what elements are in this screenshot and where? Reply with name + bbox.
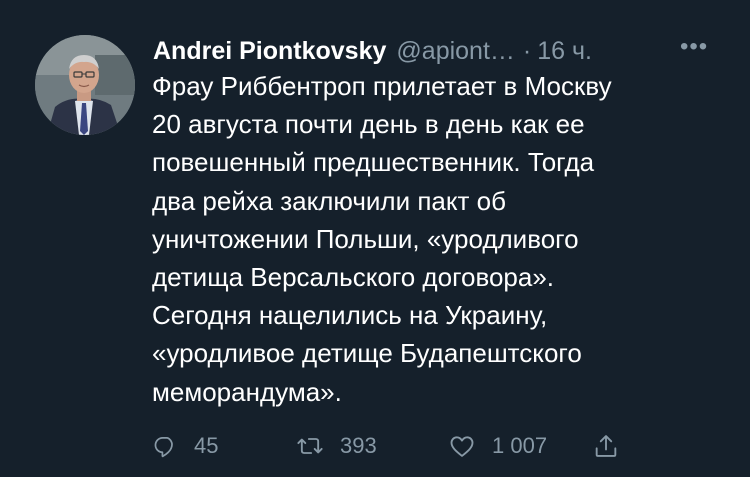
avatar-photo — [35, 35, 135, 135]
tweet[interactable]: Andrei Piontkovsky @apiont… · 16 ч. ••• … — [0, 0, 750, 477]
tweet-text: Фрау Риббентроп прилетает в Москву 20 ав… — [152, 71, 612, 407]
user-handle[interactable]: @apiont… — [396, 37, 515, 66]
like-button[interactable]: 1 007 — [448, 424, 547, 468]
avatar[interactable] — [35, 35, 135, 135]
share-button[interactable] — [592, 424, 620, 468]
header-separator: · — [522, 36, 532, 65]
reply-button[interactable]: 45 — [152, 424, 218, 468]
share-upload-icon — [595, 435, 617, 457]
retweet-button[interactable]: 393 — [296, 424, 377, 468]
reply-count: 45 — [194, 433, 219, 458]
tweet-timestamp[interactable]: 16 ч. — [537, 37, 592, 66]
tweet-header: Andrei Piontkovsky @apiont… · 16 ч. — [153, 34, 592, 68]
display-name[interactable]: Andrei Piontkovsky — [153, 37, 386, 66]
heart-outline-icon — [450, 436, 474, 457]
speech-bubble-icon — [154, 437, 173, 458]
like-count: 1 007 — [492, 433, 548, 458]
retweet-count: 393 — [340, 433, 377, 458]
more-dots-icon[interactable]: ••• — [680, 30, 714, 64]
retweet-arrows-icon — [297, 438, 323, 454]
tweet-actions: 45 393 1 007 — [0, 424, 750, 468]
